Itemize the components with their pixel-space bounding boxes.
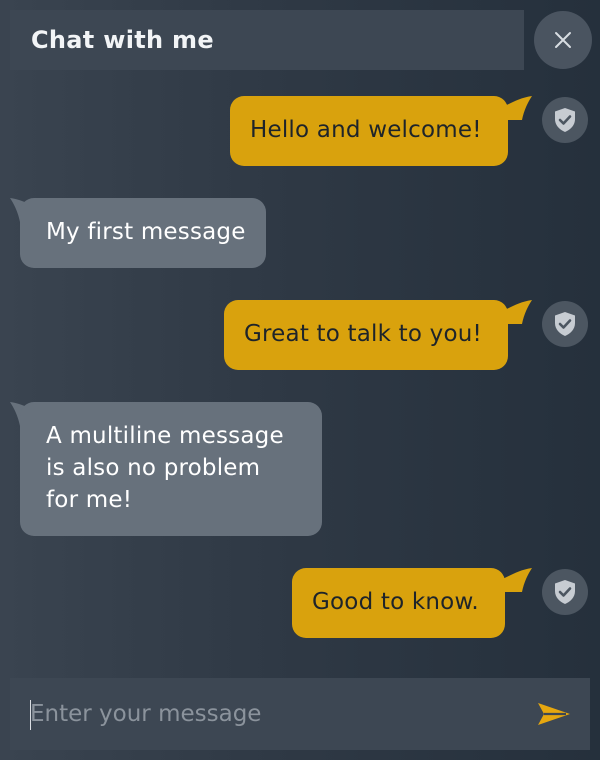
message-text: Good to know. xyxy=(312,589,479,615)
message-input[interactable] xyxy=(30,678,526,750)
close-button[interactable] xyxy=(534,11,592,69)
message-line: is also no problem xyxy=(46,455,261,481)
incoming-message: A multiline message is also no problem f… xyxy=(20,402,322,536)
incoming-message: My first message xyxy=(20,198,266,268)
message-composer xyxy=(10,678,590,750)
shield-check-icon xyxy=(555,108,575,132)
text-cursor xyxy=(30,700,31,730)
chat-title: Chat with me xyxy=(31,26,214,54)
message-line: A multiline message xyxy=(46,423,284,449)
outgoing-bubble-tail xyxy=(500,568,532,592)
outgoing-bubble-tail xyxy=(500,96,532,120)
outgoing-bubble-tail xyxy=(500,300,532,324)
outgoing-message: Great to talk to you! xyxy=(224,300,508,370)
outgoing-message: Hello and welcome! xyxy=(230,96,508,166)
send-icon xyxy=(538,703,570,725)
sender-avatar xyxy=(542,301,588,347)
send-button[interactable] xyxy=(526,678,590,750)
message-line: for me! xyxy=(46,487,133,513)
outgoing-message: Good to know. xyxy=(292,568,505,638)
close-icon xyxy=(555,32,571,48)
shield-check-icon xyxy=(555,580,575,604)
shield-check-icon xyxy=(555,312,575,336)
chat-header: Chat with me xyxy=(10,10,524,70)
message-text: Hello and welcome! xyxy=(250,117,482,143)
message-text: Great to talk to you! xyxy=(244,321,482,347)
message-text: My first message xyxy=(46,219,246,245)
sender-avatar xyxy=(542,569,588,615)
sender-avatar xyxy=(542,97,588,143)
